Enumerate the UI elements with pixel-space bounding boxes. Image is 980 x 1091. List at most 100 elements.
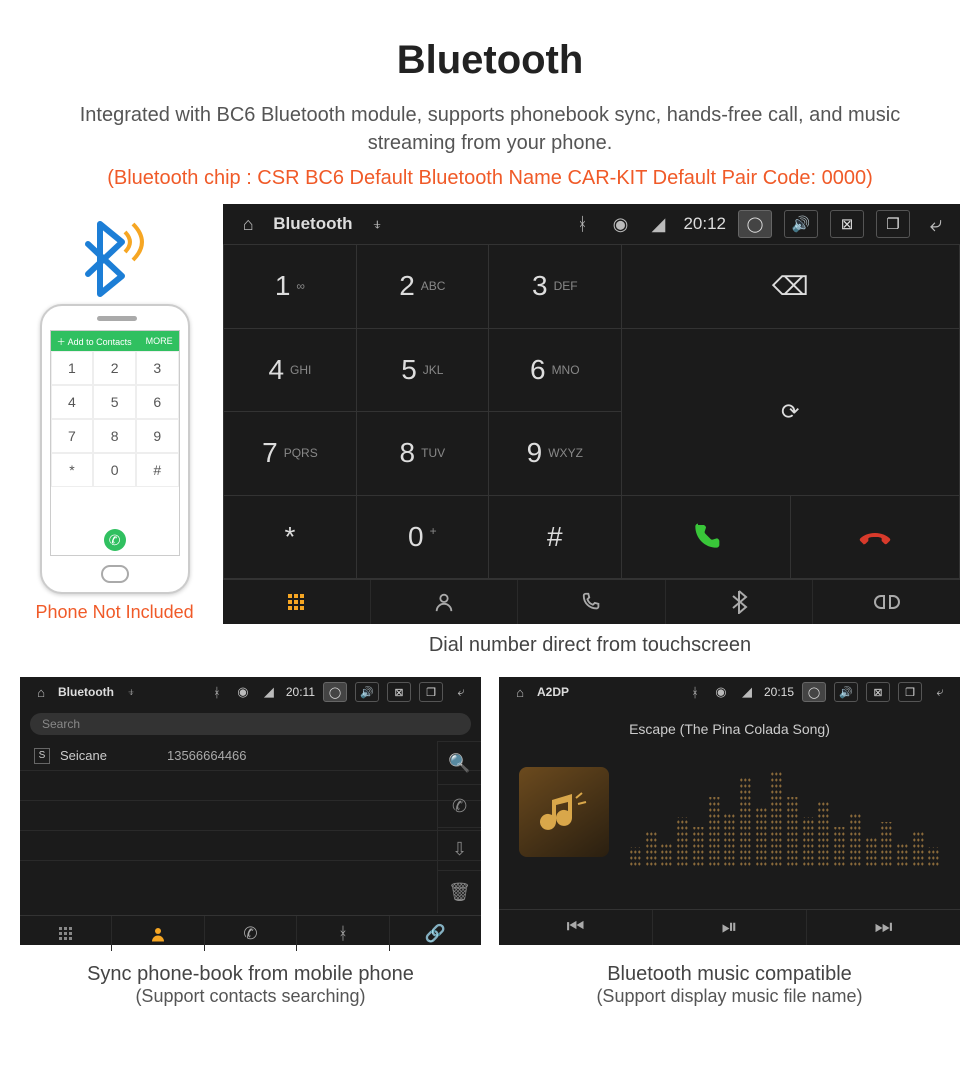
tab-bluetooth[interactable] xyxy=(666,580,814,624)
location-icon: ◉ xyxy=(234,684,252,700)
side-delete[interactable]: 🗑 xyxy=(437,870,481,913)
dial-keypad: 1∞ 2ABC 3DEF ⌫ 4GHI 5JKL 6MNO ⟳ 7PQRS 8T… xyxy=(223,244,960,579)
volume-icon[interactable]: 🔊 xyxy=(784,210,818,238)
close-icon[interactable]: ⊠ xyxy=(866,682,890,702)
phone-key: # xyxy=(136,453,179,487)
back-icon[interactable]: ⤶ xyxy=(451,684,469,700)
contact-row xyxy=(20,831,481,861)
phone-key: 3 xyxy=(136,351,179,385)
phone-key: 2 xyxy=(93,351,136,385)
music-caption: Bluetooth music compatible xyxy=(499,963,960,986)
music-screen: ⌂ A2DP ᚼ ◉ ◢ 20:15 ◯ 🔊 ⊠ ❐ ⤶ Escape (The… xyxy=(499,677,960,945)
home-icon[interactable]: ⌂ xyxy=(32,685,50,700)
tab-pair[interactable] xyxy=(813,580,960,624)
status-bar: ⌂ Bluetooth ⍖ ᚼ ◉ ◢ 20:11 ◯ 🔊 ⊠ ❐ ⤶ xyxy=(20,677,481,707)
side-call[interactable]: ✆ xyxy=(437,784,481,827)
close-icon[interactable]: ⊠ xyxy=(830,210,864,238)
tab-history[interactable] xyxy=(518,580,666,624)
key-5[interactable]: 5JKL xyxy=(356,328,488,412)
recents-icon[interactable]: ❐ xyxy=(419,682,443,702)
phone-key: 8 xyxy=(93,419,136,453)
contact-badge: S xyxy=(34,748,50,764)
phone-key: 6 xyxy=(136,385,179,419)
key-9[interactable]: 9WXYZ xyxy=(489,412,621,496)
prev-button[interactable]: ⏮ xyxy=(499,910,653,945)
phone-key: * xyxy=(51,453,94,487)
phone-not-included: Phone Not Included xyxy=(20,602,209,623)
search-input[interactable]: Search xyxy=(30,713,471,735)
key-4[interactable]: 4GHI xyxy=(224,328,356,412)
backspace-button[interactable]: ⌫ xyxy=(621,245,960,329)
home-icon[interactable]: ⌂ xyxy=(511,685,529,700)
phone-key: 9 xyxy=(136,419,179,453)
clock: 20:15 xyxy=(764,685,794,699)
phonebook-screen: ⌂ Bluetooth ⍖ ᚼ ◉ ◢ 20:11 ◯ 🔊 ⊠ ❐ ⤶ Sear… xyxy=(20,677,481,945)
page-subtitle: Integrated with BC6 Bluetooth module, su… xyxy=(40,101,940,157)
key-7[interactable]: 7PQRS xyxy=(224,412,356,496)
tab-bluetooth[interactable]: ᚼ xyxy=(297,916,389,951)
recents-icon[interactable]: ❐ xyxy=(898,682,922,702)
bt-status-icon: ᚼ xyxy=(569,214,595,235)
side-download[interactable]: ⇩ xyxy=(437,827,481,870)
camera-icon[interactable]: ◯ xyxy=(802,682,826,702)
album-art-icon xyxy=(519,767,609,857)
phone-mock: ＋ Add to ContactsMORE 1 2 3 4 5 6 7 8 9 … xyxy=(40,304,190,594)
next-button[interactable]: ⏭ xyxy=(807,910,960,945)
key-0[interactable]: 0+ xyxy=(356,495,488,579)
phone-key: 7 xyxy=(51,419,94,453)
volume-icon[interactable]: 🔊 xyxy=(355,682,379,702)
tab-dialpad[interactable] xyxy=(20,916,112,951)
phone-key: 4 xyxy=(51,385,94,419)
bt-status-icon: ᚼ xyxy=(686,685,704,700)
contact-row[interactable]: S Seicane 13566664466 xyxy=(20,741,481,771)
close-icon[interactable]: ⊠ xyxy=(387,682,411,702)
tab-pair[interactable]: 🔗 xyxy=(390,916,481,951)
contact-name: Seicane xyxy=(60,748,107,763)
back-icon[interactable]: ⤶ xyxy=(930,684,948,700)
refresh-button[interactable]: ⟳ xyxy=(621,328,960,495)
contact-row xyxy=(20,771,481,801)
usb-icon: ⍖ xyxy=(365,214,391,235)
phone-key: 1 xyxy=(51,351,94,385)
back-icon[interactable]: ⤶ xyxy=(922,211,948,237)
camera-icon[interactable]: ◯ xyxy=(738,210,772,238)
wifi-icon: ◢ xyxy=(645,214,671,235)
tab-contacts[interactable] xyxy=(112,916,204,951)
contact-row xyxy=(20,801,481,831)
key-1[interactable]: 1∞ xyxy=(224,245,356,329)
camera-icon[interactable]: ◯ xyxy=(323,682,347,702)
location-icon: ◉ xyxy=(607,214,633,235)
tab-history[interactable]: ✆ xyxy=(205,916,297,951)
phone-column: ＋ Add to ContactsMORE 1 2 3 4 5 6 7 8 9 … xyxy=(20,204,209,624)
key-3[interactable]: 3DEF xyxy=(489,245,621,329)
app-title: Bluetooth xyxy=(58,685,114,699)
status-bar: ⌂ Bluetooth ⍖ ᚼ ◉ ◢ 20:12 ◯ 🔊 ⊠ ❐ ⤶ xyxy=(223,204,960,244)
page-title: Bluetooth xyxy=(0,0,980,83)
recents-icon[interactable]: ❐ xyxy=(876,210,910,238)
key-hash[interactable]: # xyxy=(489,495,621,579)
phone-key: 5 xyxy=(93,385,136,419)
hangup-button[interactable] xyxy=(790,495,959,579)
bt-status-icon: ᚼ xyxy=(208,685,226,700)
key-8[interactable]: 8TUV xyxy=(356,412,488,496)
phone-key: 0 xyxy=(93,453,136,487)
volume-icon[interactable]: 🔊 xyxy=(834,682,858,702)
key-star[interactable]: * xyxy=(224,495,356,579)
dialer-screen: ⌂ Bluetooth ⍖ ᚼ ◉ ◢ 20:12 ◯ 🔊 ⊠ ❐ ⤶ 1∞ 2… xyxy=(223,204,960,624)
visualizer xyxy=(629,767,940,867)
tab-dialpad[interactable] xyxy=(223,580,371,624)
side-search[interactable]: 🔍 xyxy=(437,741,481,784)
call-button[interactable] xyxy=(621,495,790,579)
phonebook-caption-sub: (Support contacts searching) xyxy=(20,986,481,1007)
key-6[interactable]: 6MNO xyxy=(489,328,621,412)
bluetooth-specs: (Bluetooth chip : CSR BC6 Default Blueto… xyxy=(0,167,980,190)
play-pause-button[interactable]: ⏯ xyxy=(653,910,807,945)
music-caption-sub: (Support display music file name) xyxy=(499,986,960,1007)
key-2[interactable]: 2ABC xyxy=(356,245,488,329)
bluetooth-icon xyxy=(20,204,209,304)
app-title: A2DP xyxy=(537,685,569,699)
contact-number: 13566664466 xyxy=(167,748,247,763)
tab-contacts[interactable] xyxy=(371,580,519,624)
location-icon: ◉ xyxy=(712,684,730,700)
home-icon[interactable]: ⌂ xyxy=(235,214,261,235)
